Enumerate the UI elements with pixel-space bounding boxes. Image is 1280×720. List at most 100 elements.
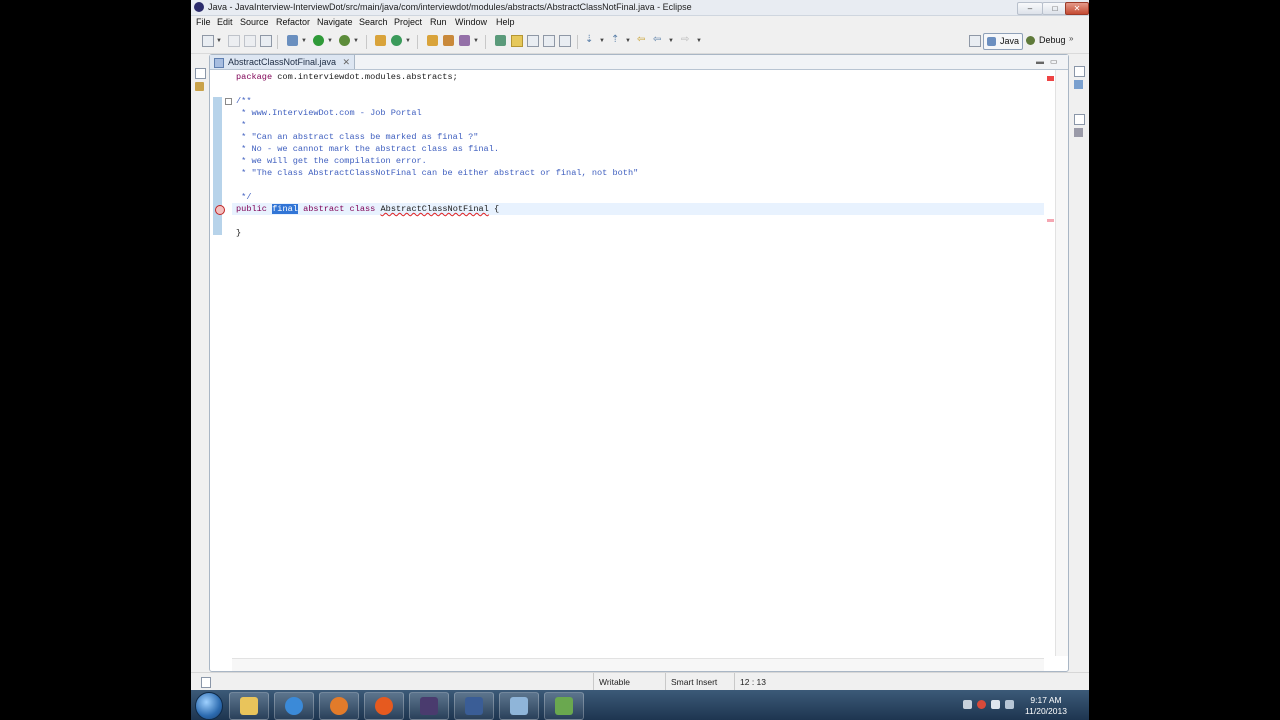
- next-annotation-icon[interactable]: ⇣: [585, 34, 593, 45]
- print-icon[interactable]: [260, 35, 272, 47]
- close-tab-icon[interactable]: ✕: [343, 55, 351, 69]
- code-line-6: * "Can an abstract class be marked as fi…: [236, 132, 479, 142]
- network-icon[interactable]: [1005, 700, 1014, 709]
- save-all-icon[interactable]: [244, 35, 256, 47]
- outline-view-icon[interactable]: [1074, 80, 1083, 89]
- horizontal-scrollbar[interactable]: [232, 658, 1044, 671]
- window-title: Java - JavaInterview-InterviewDot/src/ma…: [208, 2, 692, 12]
- clock-date: 11/20/2013: [1025, 706, 1067, 716]
- media-player-icon: [330, 697, 348, 715]
- back-icon[interactable]: ⇦: [653, 34, 661, 45]
- new-java-package-icon[interactable]: [391, 35, 402, 46]
- menu-run[interactable]: Run: [430, 17, 447, 27]
- taskbar-window-app[interactable]: [499, 692, 539, 720]
- package-name: com.interviewdot.modules.abstracts;: [272, 72, 458, 82]
- code-editor[interactable]: package com.interviewdot.modules.abstrac…: [236, 71, 1056, 651]
- new-java-project-icon[interactable]: [375, 35, 386, 46]
- menu-search[interactable]: Search: [359, 17, 388, 27]
- menu-bar: File Edit Source Refactor Navigate Searc…: [191, 16, 1089, 30]
- main-toolbar: ▼ ▼ ▼ ▼ ▼ ▼ ⇣ ▼ ⇡ ▼ ⇦ ⇦ ▼ ⇨ ▼ Java Debug…: [191, 31, 1089, 54]
- open-type-icon[interactable]: [427, 35, 438, 46]
- external-tools-dropdown-icon[interactable]: ▼: [353, 38, 359, 44]
- restore-icon[interactable]: [195, 68, 206, 79]
- forward-icon[interactable]: ⇨: [681, 34, 689, 45]
- editor-tab[interactable]: AbstractClassNotFinal.java ✕: [210, 55, 356, 69]
- taskbar-media[interactable]: [319, 692, 359, 720]
- vertical-scrollbar[interactable]: [1047, 70, 1068, 656]
- taskbar-firefox[interactable]: [364, 692, 404, 720]
- menu-file[interactable]: File: [196, 17, 211, 27]
- code-line-11: */: [236, 192, 252, 202]
- editor-tab-label: AbstractClassNotFinal.java: [228, 57, 337, 67]
- toggle-breadcrumb-icon[interactable]: [495, 35, 506, 46]
- java-perspective-icon: [987, 37, 996, 46]
- fold-toggle-icon[interactable]: [225, 98, 232, 105]
- maximize-editor-icon[interactable]: ▭: [1050, 57, 1058, 66]
- menu-refactor[interactable]: Refactor: [276, 17, 310, 27]
- console-view-icon[interactable]: [1074, 128, 1083, 137]
- menu-project[interactable]: Project: [394, 17, 422, 27]
- package-explorer-icon[interactable]: [195, 82, 204, 91]
- mark-occurrences-icon[interactable]: [511, 35, 523, 47]
- menu-window[interactable]: Window: [455, 17, 487, 27]
- tray-expand-icon[interactable]: [963, 700, 972, 709]
- debug-icon[interactable]: [287, 35, 298, 46]
- status-writable: Writable: [593, 673, 665, 691]
- perspective-debug[interactable]: Debug: [1023, 33, 1069, 48]
- new-dropdown-icon[interactable]: ▼: [216, 38, 222, 44]
- start-button[interactable]: [195, 692, 223, 720]
- chevron-more-icon[interactable]: »: [1069, 34, 1073, 43]
- taskbar-explorer[interactable]: [229, 692, 269, 720]
- error-marker-icon[interactable]: [215, 205, 225, 215]
- external-tools-icon[interactable]: [339, 35, 350, 46]
- forward-dropdown-icon[interactable]: ▼: [696, 38, 702, 44]
- back-dropdown-icon[interactable]: ▼: [668, 38, 674, 44]
- overview-error-indicator[interactable]: [1047, 76, 1054, 81]
- perspective-java[interactable]: Java: [983, 33, 1024, 50]
- menu-edit[interactable]: Edit: [217, 17, 233, 27]
- overview-error-marker[interactable]: [1047, 219, 1054, 222]
- minimize-editor-icon[interactable]: ▬: [1036, 57, 1044, 66]
- next-annotation-dropdown-icon[interactable]: ▼: [599, 38, 605, 44]
- restore-console-icon[interactable]: [1074, 114, 1085, 125]
- menu-navigate[interactable]: Navigate: [317, 17, 353, 27]
- new-icon[interactable]: [202, 35, 214, 47]
- taskbar-eclipse[interactable]: [409, 692, 449, 720]
- minimize-button[interactable]: –: [1017, 2, 1043, 15]
- debug-perspective-icon: [1026, 36, 1035, 45]
- run-icon[interactable]: [313, 35, 324, 46]
- menu-help[interactable]: Help: [496, 17, 515, 27]
- previous-annotation-dropdown-icon[interactable]: ▼: [625, 38, 631, 44]
- fast-view-icon[interactable]: [201, 677, 211, 688]
- code-line-14: }: [236, 228, 242, 238]
- taskbar-editor-app[interactable]: [544, 692, 584, 720]
- volume-icon[interactable]: [991, 700, 1000, 709]
- clock[interactable]: 9:17 AM 11/20/2013: [1025, 695, 1067, 717]
- restore-outline-icon[interactable]: [1074, 66, 1085, 77]
- action-center-icon[interactable]: [977, 700, 986, 709]
- debug-dropdown-icon[interactable]: ▼: [301, 38, 307, 44]
- show-whitespace-icon[interactable]: [559, 35, 571, 47]
- selected-final-keyword: final: [272, 204, 298, 214]
- search-dropdown-icon[interactable]: ▼: [473, 38, 479, 44]
- run-dropdown-icon[interactable]: ▼: [327, 38, 333, 44]
- status-bar: Writable Smart Insert 12 : 13: [191, 672, 1089, 691]
- clock-time: 9:17 AM: [1030, 695, 1062, 705]
- taskbar-save-app[interactable]: [454, 692, 494, 720]
- open-perspective-icon[interactable]: [969, 35, 981, 47]
- left-trim: [194, 62, 206, 102]
- search-icon[interactable]: [459, 35, 470, 46]
- last-edit-location-icon[interactable]: ⇦: [637, 34, 645, 45]
- menu-source[interactable]: Source: [240, 17, 269, 27]
- public-keyword: public: [236, 204, 267, 214]
- close-button[interactable]: ✕: [1065, 2, 1089, 15]
- new-class-dropdown-icon[interactable]: ▼: [405, 38, 411, 44]
- word-wrap-icon[interactable]: [527, 35, 539, 47]
- open-task-icon[interactable]: [443, 35, 454, 46]
- taskbar-ie[interactable]: [274, 692, 314, 720]
- status-insert-mode: Smart Insert: [665, 673, 733, 691]
- code-line-5: *: [236, 120, 247, 130]
- save-icon[interactable]: [228, 35, 240, 47]
- previous-annotation-icon[interactable]: ⇡: [611, 34, 619, 45]
- block-selection-icon[interactable]: [543, 35, 555, 47]
